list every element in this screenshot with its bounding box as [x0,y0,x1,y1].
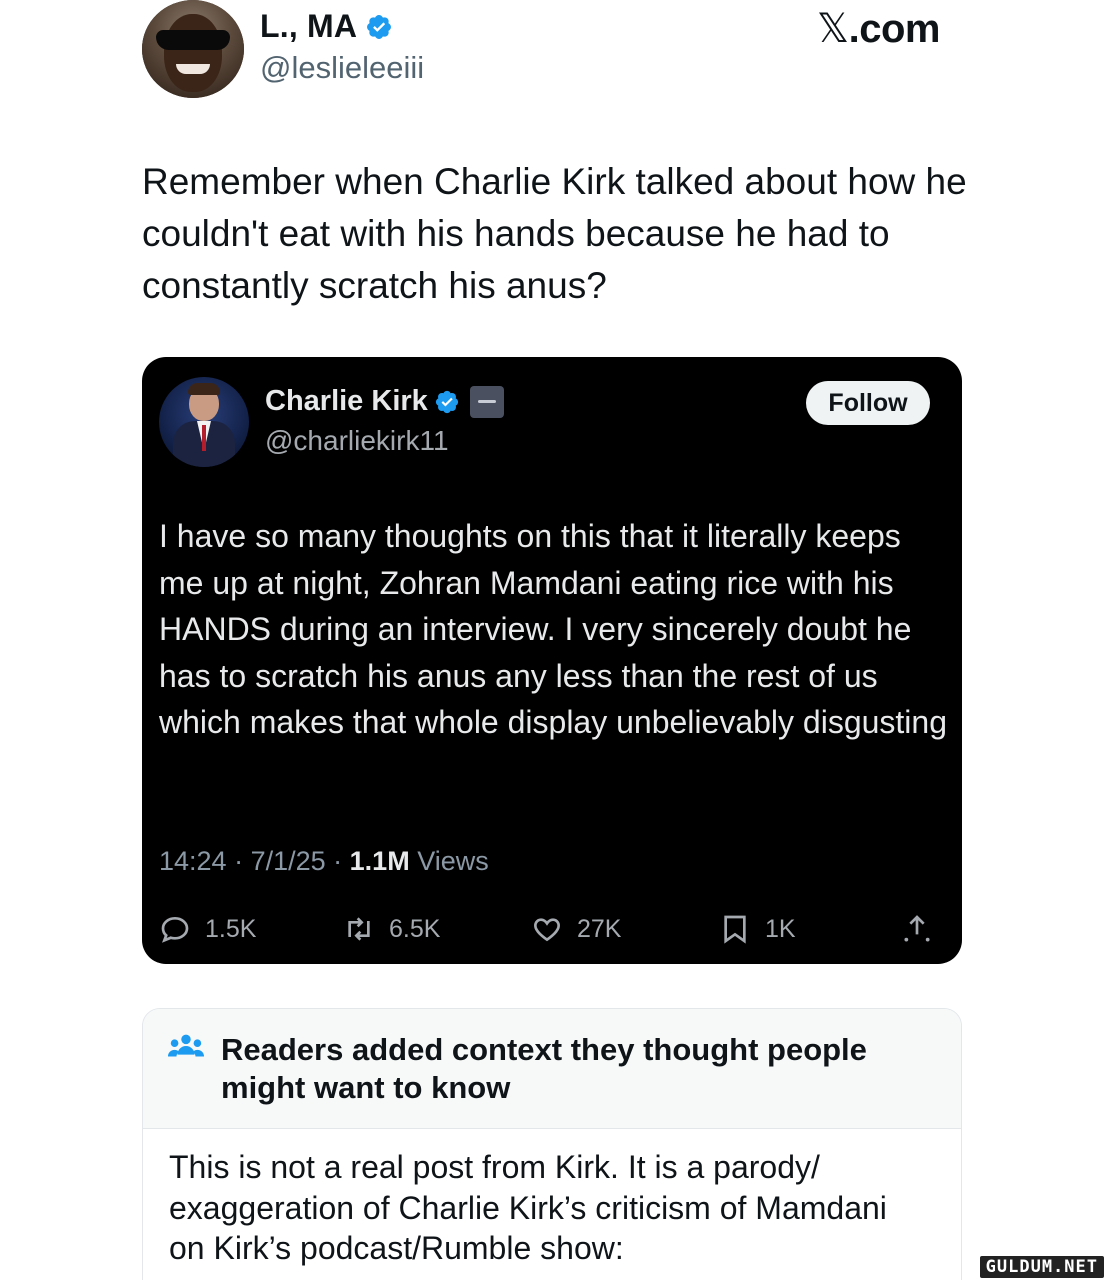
bookmark-count: 1K [765,914,796,943]
affiliation-badge-icon[interactable] [469,385,504,418]
x-logo-icon: 𝕏 [816,6,849,52]
author-display-name[interactable]: L., MA [260,8,357,45]
post-text: Remember when Charlie Kirk talked about … [142,161,967,306]
reply-icon [161,916,189,943]
post-time[interactable]: 14:24 [159,846,227,876]
author-avatar[interactable] [142,0,244,98]
watermark: GULDUM.NET [979,1256,1104,1278]
reply-count: 1.5K [205,914,257,943]
quoted-author-avatar[interactable] [159,377,249,467]
community-note-body: This is not a real post from Kirk. It is… [169,1149,887,1266]
like-count: 27K [577,914,622,943]
views-label: Views [417,846,489,876]
bookmark-icon [724,915,746,944]
community-note-header: Readers added context they thought peopl… [143,1009,961,1129]
community-note[interactable]: Readers added context they thought peopl… [142,1008,962,1280]
quoted-author-name-row[interactable]: Charlie Kirk [265,385,504,418]
post-meta: 14:24 · 7/1/25 · 1.1M Views [159,846,489,876]
community-note-title: Readers added context they thought peopl… [221,1032,867,1105]
views-count: 1.1M [349,846,410,876]
repost-icon [348,917,370,941]
site-label-text: .com [848,7,941,51]
repost-button[interactable]: 6.5K [343,907,440,951]
quoted-author-display-name[interactable]: Charlie Kirk [265,385,428,418]
action-bar: 1.5K 6.5K 27K 1K [159,907,949,951]
post-date[interactable]: 7/1/25 [251,846,326,876]
quoted-author-handle[interactable]: @charliekirk11 [265,425,449,457]
like-button[interactable]: 27K [531,907,621,951]
author-handle[interactable]: @leslieleeiii [260,50,424,86]
author-name-row[interactable]: L., MA [260,8,393,45]
repost-count: 6.5K [389,914,441,943]
like-icon [534,918,560,942]
share-button[interactable] [901,907,933,951]
share-icon [904,915,930,942]
community-notes-icon [167,1034,205,1057]
quoted-post-card[interactable]: Charlie Kirk @charliekirk11 Follow I hav… [142,357,962,964]
verified-badge-icon [367,14,392,39]
reply-button[interactable]: 1.5K [159,907,256,951]
follow-button[interactable]: Follow [806,381,930,425]
verified-badge-icon [435,390,458,413]
site-label: 𝕏.com [816,6,941,52]
quoted-post-text: I have so many thoughts on this that it … [159,518,947,740]
bookmark-button[interactable]: 1K [719,907,796,951]
